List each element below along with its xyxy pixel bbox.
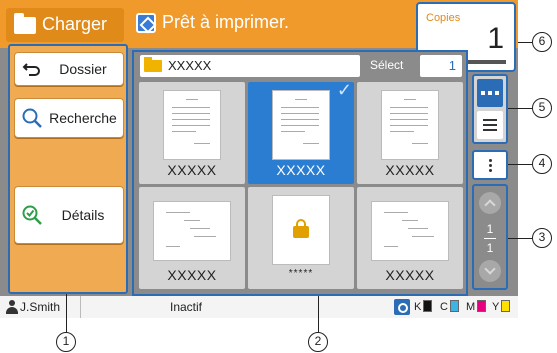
status-bar: J.Smith Inactif K C M Y xyxy=(0,296,518,318)
page-up-button[interactable] xyxy=(479,192,501,214)
file-name: ***** xyxy=(288,268,314,279)
view-mode-toggle xyxy=(472,74,508,144)
ink-c: C xyxy=(440,300,459,313)
ink-m-level xyxy=(477,300,487,312)
folder-path-bar[interactable]: XXXXX xyxy=(140,55,360,77)
submenu-button[interactable] xyxy=(472,150,508,180)
user-icon xyxy=(6,300,18,314)
recherche-label: Recherche xyxy=(49,110,117,126)
current-page: 1 xyxy=(486,222,494,236)
details-button[interactable]: Détails xyxy=(14,186,124,244)
ink-y-level xyxy=(501,300,511,312)
details-label: Détails xyxy=(61,207,105,223)
callout-line-1 xyxy=(66,294,67,332)
document-thumbnail xyxy=(371,201,449,261)
document-thumbnail xyxy=(272,90,330,160)
page-down-button[interactable] xyxy=(479,260,501,282)
lock-icon xyxy=(293,219,309,238)
divider xyxy=(80,296,81,318)
callout-5: 5 xyxy=(532,98,552,118)
callout-2: 2 xyxy=(308,332,328,352)
file-tile-5[interactable]: ***** xyxy=(248,187,354,289)
callout-4: 4 xyxy=(532,154,552,174)
thumbnail-view-button[interactable] xyxy=(477,79,503,107)
page-separator xyxy=(484,238,496,239)
ink-y-label: Y xyxy=(492,301,500,313)
callout-line-5 xyxy=(508,108,532,109)
folder-icon xyxy=(144,57,162,72)
ink-m: M xyxy=(466,300,487,313)
file-tile-4[interactable]: XXXXX xyxy=(139,187,245,289)
details-check-icon xyxy=(22,205,42,225)
charger-tab[interactable]: Charger xyxy=(6,8,124,42)
file-name: XXXXX xyxy=(385,162,435,178)
callout-line-2 xyxy=(318,296,319,332)
file-name: XXXXX xyxy=(276,162,326,178)
more-dots-icon xyxy=(489,159,492,162)
select-count: 1 xyxy=(420,55,462,77)
list-view-button[interactable] xyxy=(477,111,503,139)
dossier-label: Dossier xyxy=(59,61,107,77)
copies-label: Copies xyxy=(426,12,461,24)
file-tile-2[interactable]: ✓ XXXXX xyxy=(248,80,354,184)
callout-6: 6 xyxy=(532,32,552,52)
file-name: XXXXX xyxy=(167,267,217,283)
back-arrow-icon xyxy=(22,63,40,76)
ink-m-label: M xyxy=(466,301,476,313)
file-name: XXXXX xyxy=(167,162,217,178)
magnifier-icon xyxy=(22,108,42,128)
status-message: Prêt à imprimer. xyxy=(162,12,290,32)
ink-k-level xyxy=(423,300,433,312)
callout-line-4 xyxy=(508,164,532,165)
file-grid-area: XXXXX Sélect 1 XXXXX ✓ XXXXX XXXXX XXXXX… xyxy=(132,50,468,296)
ink-k: K xyxy=(414,300,433,313)
charger-label: Charger xyxy=(42,14,108,34)
copies-value: 1 xyxy=(487,22,504,55)
callout-1: 1 xyxy=(56,332,76,352)
file-tile-1[interactable]: XXXXX xyxy=(139,82,245,184)
select-label: Sélect xyxy=(370,58,404,72)
printer-screen: Charger Prêt à imprimer. Copies 1 Dossie… xyxy=(0,0,518,318)
panel-empty-area xyxy=(14,248,124,290)
page-scroller: 1 1 xyxy=(472,184,508,290)
callout-line-3 xyxy=(508,238,532,239)
recherche-button[interactable]: Recherche xyxy=(14,98,124,138)
ink-y: Y xyxy=(492,300,511,313)
locked-document-thumbnail xyxy=(272,195,330,265)
total-pages: 1 xyxy=(486,241,494,255)
checkmark-icon: ✓ xyxy=(336,80,352,100)
file-tile-3[interactable]: XXXXX xyxy=(357,82,463,184)
machine-state: Inactif xyxy=(170,300,203,314)
ink-k-label: K xyxy=(414,301,422,313)
ink-c-level xyxy=(449,300,459,312)
ready-status-icon xyxy=(136,13,156,33)
document-thumbnail xyxy=(153,201,231,261)
file-tile-6[interactable]: XXXXX xyxy=(357,187,463,289)
left-action-panel: Dossier Recherche Détails xyxy=(8,44,128,294)
document-thumbnail xyxy=(163,90,221,160)
folder-name: XXXXX xyxy=(168,58,212,73)
network-link-icon[interactable] xyxy=(394,299,410,315)
document-thumbnail xyxy=(381,90,439,160)
callout-line-6 xyxy=(518,42,532,43)
user-name[interactable]: J.Smith xyxy=(20,300,60,314)
folder-icon xyxy=(14,13,36,34)
ink-c-label: C xyxy=(440,301,448,313)
file-name: XXXXX xyxy=(385,267,435,283)
dossier-button[interactable]: Dossier xyxy=(14,52,124,86)
callout-3: 3 xyxy=(532,228,552,248)
